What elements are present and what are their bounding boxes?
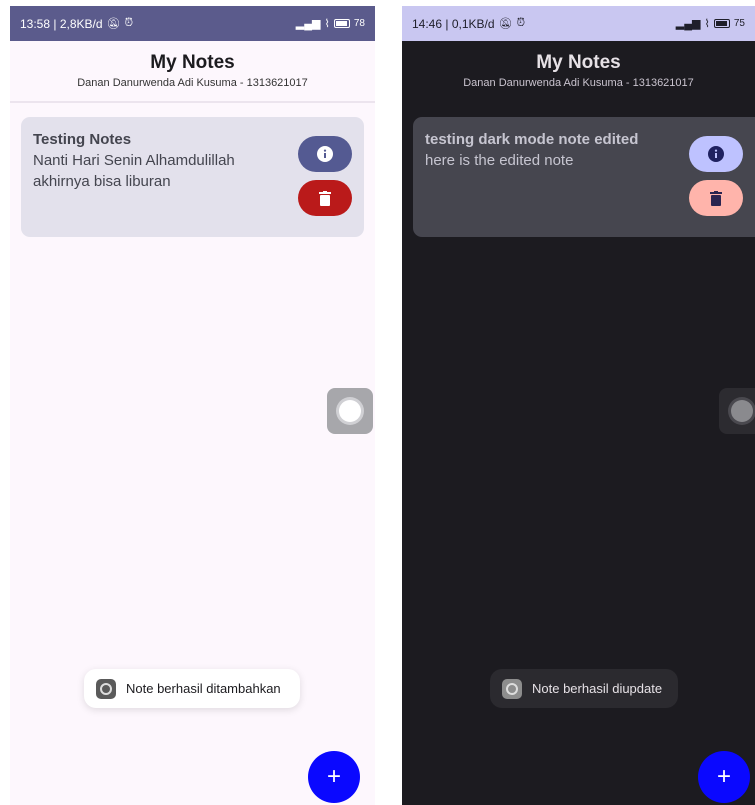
plus-icon: + [716,763,731,790]
floating-assist-button[interactable] [719,388,755,434]
toast-text: Note berhasil diupdate [532,681,663,696]
trash-icon [319,190,331,206]
alarm-icon: ⏰︎ [124,17,134,29]
battery-level: 78 [353,18,365,29]
dark-mode-screen: 14:46 | 0,1KB/d 🔕︎ ⏰︎ ▂▄▆ ⌇ 75 My Notes … [402,6,755,805]
mute-icon: 🔕︎ [106,18,121,30]
plus-icon: + [326,763,341,790]
note-body: Nanti Hari Senin Alhamdulillah akhirnya … [33,152,235,190]
trash-icon [710,190,722,206]
battery-icon [333,19,350,28]
delete-button[interactable] [298,180,352,216]
info-button[interactable] [689,136,743,172]
page-subtitle: Danan Danurwenda Adi Kusuma - 1313621017 [77,77,308,89]
assist-dot-icon [339,400,361,422]
wifi-icon: ⌇ [704,18,710,30]
info-icon [317,146,333,162]
light-mode-screen: 13:58 | 2,8KB/d 🔕︎ ⏰︎ ▂▄▆ ⌇ 78 My Notes … [10,6,375,805]
app-header: My Notes Danan Danurwenda Adi Kusuma - 1… [402,41,755,101]
note-title: Testing Notes [33,131,132,148]
assist-dot-icon [731,400,753,422]
battery-icon [713,19,730,28]
note-card[interactable]: Testing Notes Nanti Hari Senin Alhamduli… [21,117,364,237]
signal-icon: ▂▄▆ [295,18,321,30]
note-card[interactable]: testing dark mode note edited here is th… [413,117,755,237]
info-button[interactable] [298,136,352,172]
battery-level: 75 [733,18,745,29]
floating-assist-button[interactable] [327,388,373,434]
note-body: here is the edited note [425,152,574,169]
note-title: testing dark mode note edited [425,131,639,148]
app-icon [96,678,116,699]
add-note-button[interactable]: + [698,751,750,803]
status-bar: 13:58 | 2,8KB/d 🔕︎ ⏰︎ ▂▄▆ ⌇ 78 [10,6,375,41]
wifi-icon: ⌇ [324,18,330,30]
page-subtitle: Danan Danurwenda Adi Kusuma - 1313621017 [463,77,694,89]
status-time: 13:58 | 2,8KB/d [20,16,103,31]
app-header: My Notes Danan Danurwenda Adi Kusuma - 1… [10,41,375,103]
signal-icon: ▂▄▆ [675,18,701,30]
toast-message: Note berhasil diupdate [490,669,678,708]
status-time: 14:46 | 0,1KB/d [412,16,495,31]
mute-icon: 🔕︎ [498,18,513,30]
toast-text: Note berhasil ditambahkan [126,681,281,696]
alarm-icon: ⏰︎ [516,17,526,29]
page-title: My Notes [150,52,235,73]
delete-button[interactable] [689,180,743,216]
page-title: My Notes [536,52,621,73]
add-note-button[interactable]: + [308,751,360,803]
info-icon [708,146,724,162]
toast-message: Note berhasil ditambahkan [84,669,300,708]
app-icon [502,678,522,699]
status-bar: 14:46 | 0,1KB/d 🔕︎ ⏰︎ ▂▄▆ ⌇ 75 [402,6,755,41]
